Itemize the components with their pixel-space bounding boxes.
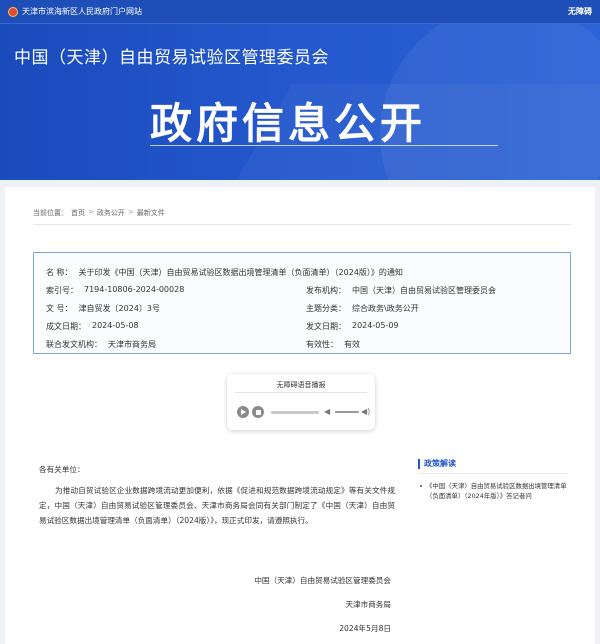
top-bar: 天津市滨海新区人民政府门户网站 无障碍: [0, 0, 600, 24]
accessibility-link[interactable]: 无障碍: [568, 6, 592, 17]
banner-org-name: 中国（天津）自由贸易试验区管理委员会: [14, 48, 329, 68]
site-identity[interactable]: 天津市滨海新区人民政府门户网站: [8, 6, 142, 17]
meta-validity-value: 有效: [344, 340, 360, 349]
meta-row-name: 名 称： 关于印发《中国（天津）自由贸易试验区数据出境管理清单（负面清单）（20…: [46, 267, 403, 278]
meta-row-index: 索引号： 7194-10806-2024-00028: [46, 285, 184, 296]
site-name[interactable]: 天津市滨海新区人民政府门户网站: [22, 6, 142, 17]
sidebar-divider: [418, 473, 568, 474]
document-metadata: 名 称： 关于印发《中国（天津）自由贸易试验区数据出境管理清单（负面清单）（20…: [33, 252, 571, 354]
breadcrumb-separator: >: [127, 208, 134, 216]
audio-player: 无障碍语音播报 ◀ ◀): [227, 374, 375, 430]
greeting: 各有关单位：: [39, 465, 85, 474]
volume-down-icon[interactable]: ◀: [324, 407, 330, 416]
meta-index-label: 索引号：: [46, 286, 78, 295]
signature-date: 2024年5月8日: [339, 624, 391, 633]
meta-row-joint: 联合发文机构： 天津市商务局: [46, 339, 156, 350]
meta-row-created: 成文日期： 2024-05-08: [46, 321, 139, 332]
meta-publisher-label: 发布机构：: [306, 286, 346, 295]
national-emblem-icon: [8, 6, 18, 17]
meta-row-published: 发文日期： 2024-05-09: [306, 321, 399, 332]
header-banner: 中国（天津）自由贸易试验区管理委员会 政府信息公开: [0, 24, 600, 180]
document-body: 各有关单位： 为推动自贸试验区企业数据跨境流动更加便利，依据《促进和规范数据跨境…: [39, 462, 395, 528]
meta-topic-value: 综合政务\政务公开: [352, 304, 419, 313]
breadcrumb-separator: >: [88, 208, 94, 216]
meta-row-validity: 有效性： 有效: [306, 339, 360, 350]
signature-commerce-bureau: 天津市商务局: [345, 600, 391, 609]
meta-docno-value: 津自贸发〔2024〕3号: [78, 304, 160, 313]
progress-track[interactable]: [271, 411, 319, 414]
volume-up-icon[interactable]: ◀): [361, 407, 370, 416]
banner-underline: [150, 145, 498, 146]
meta-name-label: 名 称：: [46, 268, 73, 277]
meta-joint-label: 联合发文机构：: [46, 340, 102, 349]
signature-committee: 中国（天津）自由贸易试验区管理委员会: [254, 576, 391, 585]
policy-interpretation-sidebar: 政策解读 《中国（天津）自由贸易试验区数据出境管理清单（负面清单）（2024年版…: [418, 459, 568, 500]
meta-row-topic: 主题分类： 综合政务\政务公开: [306, 303, 419, 314]
breadcrumb-gov-affairs[interactable]: 政务公开: [97, 208, 125, 218]
stop-icon[interactable]: [252, 406, 264, 418]
sidebar-link-interpretation[interactable]: 《中国（天津）自由贸易试验区数据出境管理清单（负面清单）（2024年版）》答记者…: [418, 481, 568, 501]
meta-validity-label: 有效性：: [306, 340, 338, 349]
breadcrumb-divider: [33, 224, 571, 225]
audio-player-divider: [235, 392, 367, 393]
meta-published-label: 发文日期：: [306, 322, 346, 331]
meta-row-publisher: 发布机构： 中国（天津）自由贸易试验区管理委员会: [306, 285, 496, 296]
meta-created-label: 成文日期：: [46, 322, 86, 331]
volume-slider[interactable]: [335, 411, 359, 413]
sidebar-link-text[interactable]: 《中国（天津）自由贸易试验区数据出境管理清单（负面清单）（2024年版）》答记者…: [426, 482, 567, 500]
meta-row-docno: 文 号： 津自贸发〔2024〕3号: [46, 303, 160, 314]
meta-index-value: 7194-10806-2024-00028: [84, 285, 185, 294]
breadcrumb-latest-docs[interactable]: 最新文件: [137, 208, 165, 218]
play-icon[interactable]: [237, 406, 249, 418]
audio-player-title: 无障碍语音播报: [276, 381, 326, 389]
main-content: 当前位置： 首页 > 政务公开 > 最新文件 名 称： 关于印发《中国（天津）自…: [5, 187, 595, 644]
meta-topic-label: 主题分类：: [306, 304, 346, 313]
meta-joint-value: 天津市商务局: [108, 340, 156, 349]
meta-publisher-value: 中国（天津）自由贸易试验区管理委员会: [352, 286, 496, 295]
breadcrumb-home[interactable]: 首页: [71, 208, 85, 218]
meta-published-value: 2024-05-09: [352, 321, 399, 330]
meta-docno-label: 文 号：: [46, 304, 73, 313]
sidebar-title: 政策解读: [418, 459, 568, 469]
breadcrumb: 当前位置： 首页 > 政务公开 > 最新文件: [33, 208, 165, 218]
bullet-icon: [420, 485, 422, 487]
meta-created-value: 2024-05-08: [92, 321, 139, 330]
breadcrumb-prefix: 当前位置：: [33, 209, 68, 217]
meta-name-value: 关于印发《中国（天津）自由贸易试验区数据出境管理清单（负面清单）（2024版）》…: [78, 268, 403, 277]
body-paragraph: 为推动自贸试验区企业数据跨境流动更加便利，依据《促进和规范数据跨境流动规定》等有…: [39, 486, 395, 525]
page-title: 政府信息公开: [150, 99, 427, 148]
